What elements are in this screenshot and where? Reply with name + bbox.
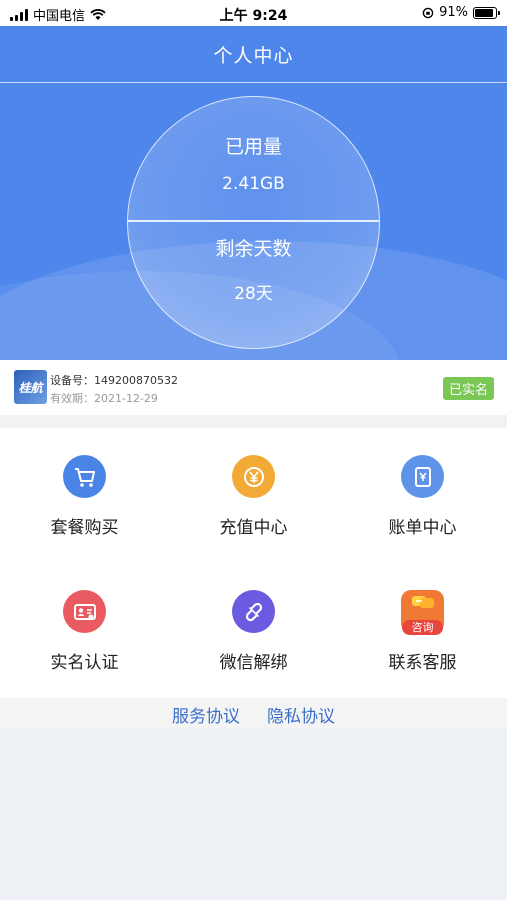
- menu-label: 联系客服: [388, 653, 457, 673]
- device-expiry-row: 有效期：2021-12-29: [50, 390, 158, 406]
- verified-badge: 已实名: [442, 377, 494, 400]
- device-expiry-label: 有效期：: [50, 392, 94, 405]
- battery-icon: [473, 6, 500, 19]
- battery-percent: 91%: [439, 5, 468, 20]
- used-value: 2.41GB: [222, 174, 285, 194]
- device-id-value: 149200870532: [94, 374, 178, 387]
- menu-label: 充值中心: [219, 518, 288, 538]
- header: 个人中心 已用量 2.41GB 剩余天数 28天: [0, 26, 507, 360]
- device-id-label: 设备号：: [50, 374, 94, 387]
- menu-item-customer-service[interactable]: 咨询 联系客服: [338, 563, 507, 698]
- menu-item-package-purchase[interactable]: 套餐购买: [0, 428, 169, 563]
- yen-coin-icon: [232, 455, 275, 498]
- menu-item-recharge[interactable]: 充值中心: [169, 428, 338, 563]
- menu-label: 账单中心: [388, 518, 457, 538]
- device-logo: 桂航: [14, 370, 47, 404]
- menu-label: 实名认证: [50, 653, 119, 673]
- privacy-policy-link[interactable]: 隐私协议: [267, 702, 335, 727]
- device-logo-text: 桂航: [18, 380, 43, 395]
- id-card-icon: [63, 590, 106, 633]
- menu-grid: 套餐购买 充值中心 账单中心 实名认证 微信解绑 咨询 联系客服: [0, 428, 507, 698]
- service-agreement-link[interactable]: 服务协议: [172, 702, 240, 727]
- title-bar: 个人中心: [0, 26, 507, 83]
- device-id-row: 设备号：149200870532: [50, 372, 178, 388]
- status-right: 91%: [422, 5, 500, 20]
- page-title: 个人中心: [213, 45, 294, 67]
- cart-icon: [63, 455, 106, 498]
- section-separator: [0, 415, 507, 428]
- consult-icon: 咨询: [401, 590, 444, 635]
- menu-item-bills[interactable]: 账单中心: [338, 428, 507, 563]
- menu-label: 套餐购买: [50, 518, 119, 538]
- usage-orb: 已用量 2.41GB 剩余天数 28天: [127, 96, 380, 349]
- orientation-lock-icon: [422, 7, 434, 18]
- device-expiry-value: 2021-12-29: [94, 392, 158, 405]
- unlink-icon: [232, 590, 275, 633]
- bill-icon: [401, 455, 444, 498]
- battery-level: [475, 8, 494, 17]
- menu-item-wechat-unbind[interactable]: 微信解绑: [169, 563, 338, 698]
- remaining-days-value: 28天: [234, 284, 273, 304]
- status-bar: 中国电信 上午 9:24 91%: [0, 0, 507, 26]
- menu-label: 微信解绑: [219, 653, 288, 673]
- menu-item-real-name-auth[interactable]: 实名认证: [0, 563, 169, 698]
- consult-badge: 咨询: [402, 620, 443, 635]
- used-label: 已用量: [224, 136, 282, 158]
- remaining-days-label: 剩余天数: [215, 238, 292, 260]
- device-card: 桂航 设备号：149200870532 有效期：2021-12-29 已实名: [0, 360, 507, 415]
- orb-divider: [128, 220, 379, 222]
- footer-links: 服务协议 隐私协议: [0, 698, 507, 728]
